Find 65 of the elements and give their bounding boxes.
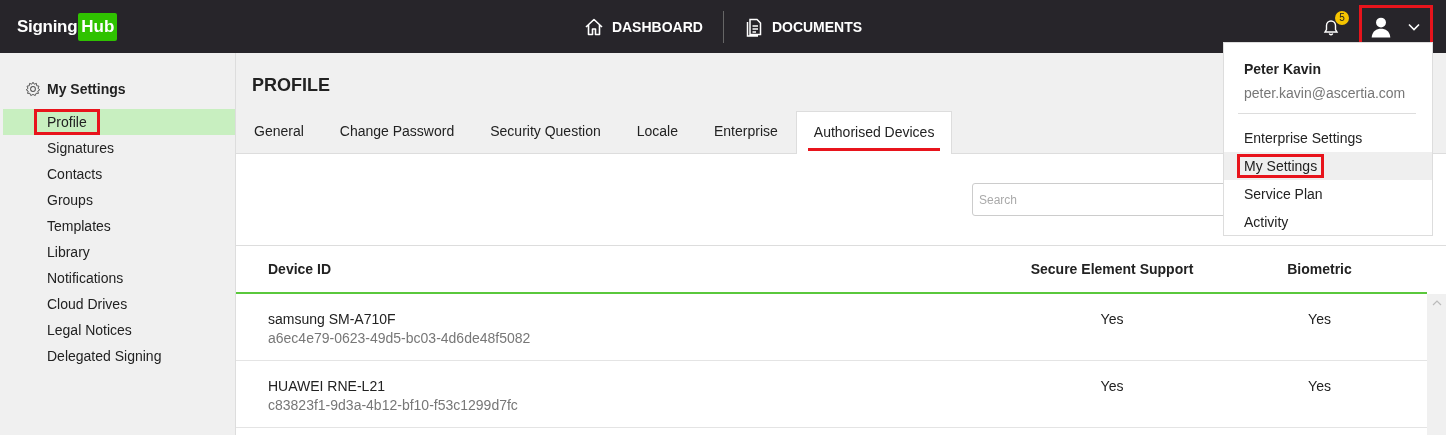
device-name: HUAWEI RNE-L21 bbox=[268, 378, 386, 394]
sidebar-item[interactable]: Cloud Drives bbox=[3, 291, 235, 317]
sidebar-item[interactable]: Profile bbox=[3, 109, 235, 135]
device-name: samsung SM-A710F bbox=[268, 311, 397, 327]
sidebar-item[interactable]: Signatures bbox=[3, 135, 235, 161]
tab-label: Locale bbox=[636, 123, 678, 141]
menu-item[interactable]: Enterprise Settings bbox=[1224, 124, 1432, 152]
tab[interactable]: Locale bbox=[618, 111, 696, 153]
menu-item[interactable]: My Settings bbox=[1224, 152, 1432, 180]
table-cell-text: Yes bbox=[1099, 311, 1125, 327]
tab[interactable]: Authorised Devices bbox=[795, 111, 953, 154]
sidebar-item-label: Notifications bbox=[46, 269, 125, 288]
sidebar-heading: My Settings bbox=[47, 81, 126, 97]
column-header: Device ID bbox=[268, 261, 333, 277]
sidebar-item-label: Delegated Signing bbox=[46, 347, 163, 366]
tab[interactable]: General bbox=[236, 111, 322, 153]
user-icon bbox=[1370, 15, 1392, 38]
menu-item-label: My Settings bbox=[1237, 154, 1325, 178]
device-id: a6ec4e79-0623-49d5-bc03-4d6de48f5082 bbox=[268, 330, 532, 346]
sidebar-item[interactable]: Legal Notices bbox=[3, 317, 235, 343]
sidebar-item-label: Legal Notices bbox=[46, 321, 133, 340]
logo[interactable]: Signing Hub bbox=[17, 12, 118, 41]
table-cell-text: Yes bbox=[1307, 378, 1332, 394]
tab-label: Change Password bbox=[339, 123, 455, 141]
tab-label: Security Question bbox=[490, 123, 601, 141]
scroll-up-icon bbox=[1431, 300, 1442, 306]
sidebar-item-label: Groups bbox=[46, 191, 94, 210]
sidebar-item-label: Cloud Drives bbox=[46, 295, 129, 314]
table-cell-text: Yes bbox=[1307, 311, 1332, 327]
tab[interactable]: Enterprise bbox=[696, 111, 796, 153]
sidebar-item-label: Templates bbox=[46, 217, 112, 236]
column-header: Secure Element Support bbox=[1029, 261, 1195, 277]
scrollbar[interactable] bbox=[1427, 294, 1446, 435]
logo-badge: Hub bbox=[78, 12, 118, 41]
table-cell-text: Yes bbox=[1099, 378, 1125, 394]
sidebar-item[interactable]: Groups bbox=[3, 187, 235, 213]
nav-link[interactable]: DOCUMENTS bbox=[741, 16, 865, 37]
sidebar-item-label: Signatures bbox=[46, 139, 115, 158]
home-icon bbox=[583, 16, 604, 37]
menu-item-label: Enterprise Settings bbox=[1243, 129, 1364, 148]
sidebar-item[interactable]: Templates bbox=[3, 213, 235, 239]
gear-icon bbox=[25, 81, 41, 97]
chevron-down-icon bbox=[1408, 22, 1420, 31]
nav-link[interactable]: DASHBOARD bbox=[581, 16, 705, 37]
tab-label: Enterprise bbox=[714, 123, 778, 141]
sidebar-item[interactable]: Delegated Signing bbox=[3, 343, 235, 369]
user-name: Peter Kavin bbox=[1243, 61, 1323, 77]
sidebar-item-label: Profile bbox=[34, 109, 100, 135]
sidebar-item-label: Contacts bbox=[46, 165, 104, 184]
tab[interactable]: Security Question bbox=[472, 111, 619, 153]
page-title: PROFILE bbox=[252, 75, 330, 97]
column-header: Biometric bbox=[1286, 261, 1353, 277]
sidebar-item-label: Library bbox=[46, 243, 91, 262]
tab-label: Authorised Devices bbox=[807, 123, 941, 151]
sidebar-item[interactable]: Library bbox=[3, 239, 235, 265]
sidebar-item[interactable]: Notifications bbox=[3, 265, 235, 291]
notification-count: 5 bbox=[1335, 10, 1349, 25]
tab[interactable]: Change Password bbox=[321, 111, 473, 153]
menu-item-label: Service Plan bbox=[1243, 185, 1324, 204]
sidebar-item[interactable]: Contacts bbox=[3, 161, 235, 187]
user-email: peter.kavin@ascertia.com bbox=[1243, 85, 1407, 101]
logo-text: Signing bbox=[17, 16, 78, 37]
tab-label: General bbox=[254, 123, 304, 141]
menu-item-label: Activity bbox=[1243, 213, 1290, 232]
device-id: c83823f1-9d3a-4b12-bf10-f53c1299d7fc bbox=[268, 397, 519, 413]
